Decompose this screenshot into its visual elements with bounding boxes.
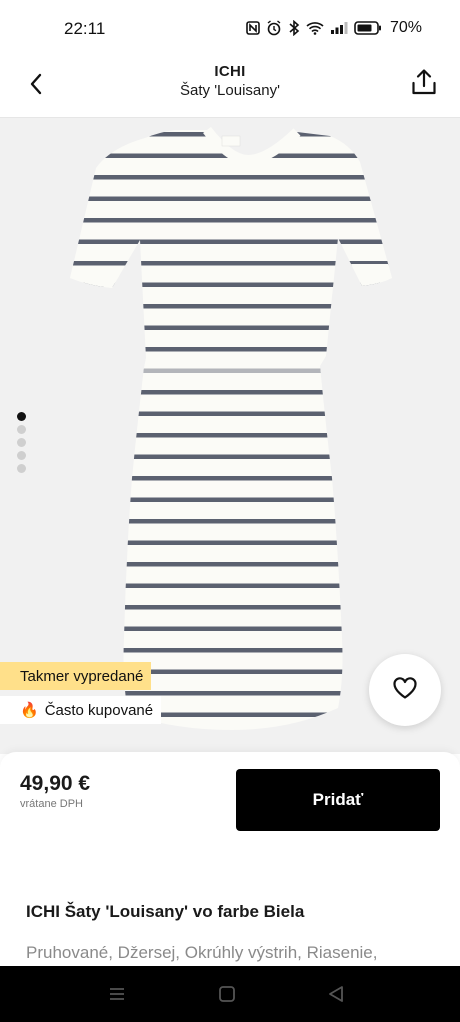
home-button[interactable] (217, 984, 237, 1004)
product-image-gallery[interactable]: Takmer vypredané 🔥 Často kupované (0, 118, 460, 754)
chevron-left-icon (29, 73, 43, 100)
pagination-dot (17, 451, 26, 460)
status-bar: 22:11 70% (0, 0, 460, 56)
price: 49,90 € (20, 772, 91, 795)
wifi-icon (306, 21, 324, 35)
back-nav-button[interactable] (326, 984, 346, 1004)
app-header: ICHI Šaty 'Louisany' (0, 56, 460, 118)
product-features: Pruhované, Džersej, Okrúhly výstrih, Ria… (26, 943, 378, 962)
product-full-title: ICHI Šaty 'Louisany' vo farbe Biela (26, 902, 305, 921)
vat-note: vrátane DPH (20, 798, 83, 810)
product-name: Šaty 'Louisany' (180, 82, 280, 99)
brand-name: ICHI (214, 63, 246, 80)
nfc-icon (246, 21, 260, 35)
frequently-bought-badge: 🔥 Často kupované (0, 696, 162, 724)
almost-sold-out-badge: Takmer vypredané (0, 662, 152, 690)
share-icon (411, 68, 437, 101)
battery-icon (354, 21, 382, 35)
share-button[interactable] (406, 66, 442, 102)
gallery-pagination (17, 412, 26, 473)
battery-percent: 70% (389, 19, 422, 36)
frequently-bought-label: Často kupované (44, 701, 154, 719)
pagination-dot (17, 425, 26, 434)
add-to-cart-button[interactable]: Pridať (236, 769, 440, 831)
purchase-sheet: 49,90 € vrátane DPH Pridať ICHI Šaty 'Lo… (0, 752, 460, 966)
header-titles: ICHI Šaty 'Louisany' (100, 63, 360, 99)
fire-icon: 🔥 (20, 702, 39, 719)
pagination-dot (17, 438, 26, 447)
status-time: 22:11 (64, 19, 106, 38)
back-button[interactable] (18, 68, 54, 104)
pagination-dot-active (17, 412, 26, 421)
pagination-dot (17, 464, 26, 473)
system-navigation-bar (0, 966, 460, 1022)
recent-apps-button[interactable] (107, 984, 127, 1004)
status-icons: 70% (246, 19, 422, 37)
heart-icon (392, 676, 418, 705)
favorite-button[interactable] (369, 654, 441, 726)
alarm-icon (266, 20, 282, 36)
bluetooth-icon (288, 20, 300, 36)
signal-icon (330, 21, 348, 35)
